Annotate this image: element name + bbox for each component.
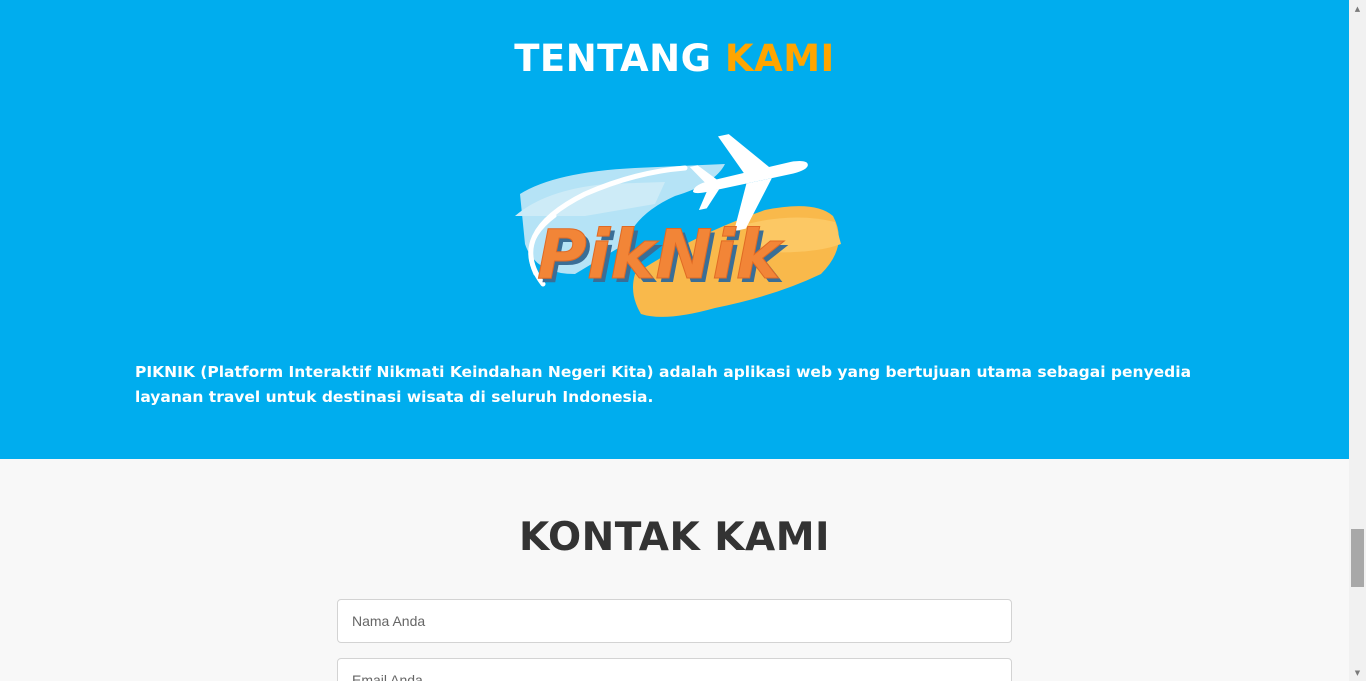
email-field[interactable] (337, 658, 1012, 681)
viewport: TENTANG KAMI PikNik PikNik PIKNIK (Platf… (0, 0, 1349, 681)
about-section: TENTANG KAMI PikNik PikNik PIKNIK (Platf… (0, 0, 1349, 459)
about-title: TENTANG KAMI (0, 37, 1349, 80)
contact-title: KONTAK KAMI (518, 515, 831, 560)
about-description: PIKNIK (Platform Interaktif Nikmati Kein… (135, 363, 1192, 406)
scroll-down-icon[interactable]: ▼ (1349, 664, 1366, 681)
about-title-main: TENTANG (514, 37, 712, 80)
name-field[interactable] (337, 599, 1012, 643)
scroll-up-icon[interactable]: ▲ (1349, 0, 1366, 17)
vertical-scrollbar[interactable]: ▲ ▼ (1349, 0, 1366, 681)
scrollbar-thumb[interactable] (1351, 529, 1364, 587)
about-title-accent: KAMI (724, 37, 835, 80)
logo-text: PikNik (537, 216, 785, 295)
page: TENTANG KAMI PikNik PikNik PIKNIK (Platf… (0, 0, 1366, 681)
contact-section: KONTAK KAMI (0, 459, 1349, 681)
piknik-logo: PikNik PikNik (515, 134, 841, 317)
